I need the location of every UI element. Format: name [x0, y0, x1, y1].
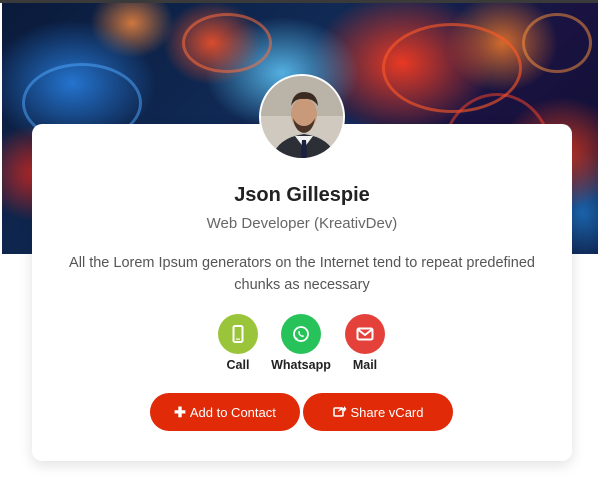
profile-title: Web Developer (KreativDev) — [206, 215, 398, 232]
share-vcard-label: Share vCard — [350, 404, 424, 420]
add-to-contact-label: Add to Contact — [189, 404, 276, 420]
add-to-contact-button[interactable]: ✚ Add to Contact — [150, 393, 300, 431]
profile-name: Json Gillespie — [234, 184, 370, 206]
whatsapp-icon[interactable] — [281, 314, 321, 354]
share-icon — [332, 404, 347, 420]
mail-label: Mail — [352, 358, 378, 372]
mail-icon[interactable] — [345, 314, 385, 354]
phone-icon[interactable] — [218, 314, 258, 354]
avatar — [259, 74, 345, 160]
plus-icon: ✚ — [174, 403, 186, 420]
avatar-photo — [261, 76, 343, 158]
profile-bio: All the Lorem Ipsum generators on the In… — [69, 255, 535, 293]
share-vcard-button[interactable]: Share vCard — [303, 393, 453, 431]
mail-action[interactable]: Mail — [323, 314, 407, 372]
